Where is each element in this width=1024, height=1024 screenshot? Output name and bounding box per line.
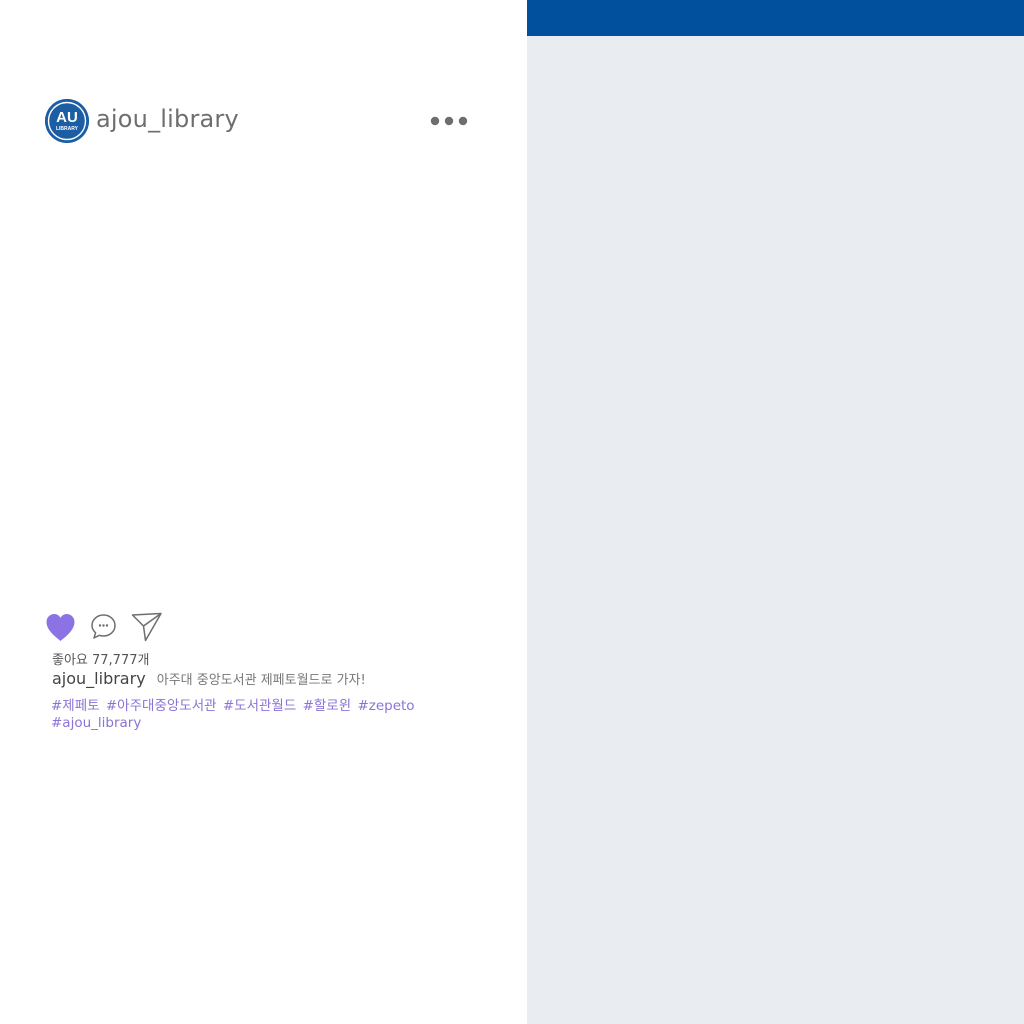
hashtag-link[interactable]: #zepeto [357, 698, 414, 714]
hashtag-link[interactable]: #ajou_library [51, 715, 141, 731]
paper-plane-icon [131, 612, 162, 642]
side-panel [527, 0, 1024, 1024]
like-button[interactable] [45, 612, 76, 643]
library-logo-icon: AU LIBRARY [45, 99, 89, 143]
hashtag-link[interactable]: #아주대중앙도서관 [106, 698, 217, 714]
comment-button[interactable] [90, 613, 117, 640]
likes-count: 좋아요 77,777개 [52, 653, 150, 668]
header-username[interactable]: ajou_library [96, 105, 239, 133]
hashtag-link[interactable]: #할로윈 [303, 698, 352, 714]
hashtag-link[interactable]: #제페토 [51, 698, 100, 714]
avatar-logo-subtext: LIBRARY [56, 126, 79, 132]
more-dots-icon [430, 116, 468, 126]
side-top-bar [527, 0, 1024, 36]
screen: AU LIBRARY ajou_library 좋아요 77,777개 ajou… [0, 0, 1024, 1024]
hashtags: #제페토 #아주대중앙도서관 #도서관월드 #할로윈 #zepeto #ajou… [51, 698, 471, 732]
hashtag-link[interactable]: #도서관월드 [223, 698, 296, 714]
comment-bubble-icon [91, 614, 116, 639]
post-actions [45, 612, 175, 644]
share-button[interactable] [131, 612, 163, 642]
avatar-logo-text: AU [56, 109, 78, 126]
heart-icon [46, 614, 75, 641]
caption-username[interactable]: ajou_library [52, 669, 146, 688]
avatar[interactable]: AU LIBRARY [45, 99, 89, 143]
post-header: AU LIBRARY ajou_library [45, 99, 470, 143]
more-options-button[interactable] [428, 112, 470, 130]
post-caption: ajou_library 아주대 중앙도서관 제페토월드로 가자! [52, 669, 366, 688]
post-panel: AU LIBRARY ajou_library 좋아요 77,777개 ajou… [0, 0, 527, 1024]
caption-text: 아주대 중앙도서관 제페토월드로 가자! [156, 673, 366, 688]
